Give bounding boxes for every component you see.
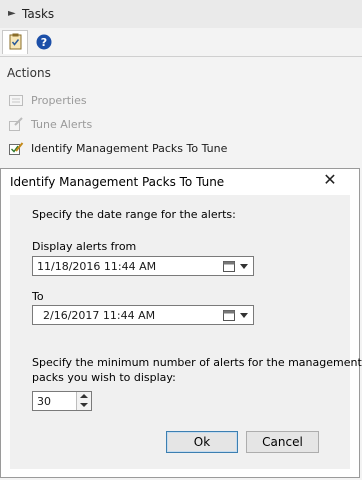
stepper-down-icon[interactable] bbox=[80, 403, 88, 407]
tasks-title: Tasks bbox=[22, 7, 55, 21]
min-alerts-value: 30 bbox=[37, 395, 51, 408]
action-identify-packs-label: Identify Management Packs To Tune bbox=[31, 141, 228, 155]
chevron-right-icon[interactable]: ► bbox=[8, 8, 16, 19]
help-icon: ? bbox=[36, 34, 52, 50]
action-properties-label: Properties bbox=[31, 93, 87, 107]
actions-heading: Actions bbox=[7, 66, 51, 80]
from-date-value: 11/18/2016 11:44 AM bbox=[37, 260, 157, 273]
action-tune-alerts[interactable]: Tune Alerts bbox=[8, 115, 92, 133]
from-date-picker[interactable]: 11/18/2016 11:44 AM bbox=[32, 256, 254, 276]
close-icon[interactable]: ✕ bbox=[320, 170, 340, 190]
tasks-header[interactable] bbox=[0, 0, 362, 29]
identify-packs-icon bbox=[9, 142, 24, 155]
min-alerts-prompt-line2: packs you wish to display: bbox=[32, 371, 176, 384]
from-label: Display alerts from bbox=[32, 240, 137, 253]
min-alerts-prompt-line1: Specify the minimum number of alerts for… bbox=[32, 356, 362, 369]
action-properties[interactable]: Properties bbox=[8, 91, 87, 109]
to-date-picker[interactable]: 2/16/2017 11:44 AM bbox=[32, 305, 254, 325]
action-tune-alerts-label: Tune Alerts bbox=[31, 117, 93, 131]
cancel-button[interactable]: Cancel bbox=[246, 431, 319, 453]
to-date-value: 2/16/2017 11:44 AM bbox=[43, 309, 156, 322]
chevron-down-icon[interactable] bbox=[240, 264, 248, 269]
tab-tasks[interactable] bbox=[2, 30, 28, 54]
tab-help[interactable]: ? bbox=[32, 30, 58, 54]
dialog-body bbox=[10, 195, 350, 469]
chevron-down-icon[interactable] bbox=[240, 313, 248, 318]
dialog-title: Identify Management Packs To Tune bbox=[10, 175, 225, 189]
calendar-icon[interactable] bbox=[223, 260, 235, 272]
tune-alerts-icon bbox=[9, 117, 23, 131]
calendar-icon[interactable] bbox=[223, 309, 235, 321]
clipboard-icon bbox=[9, 33, 22, 50]
to-label: To bbox=[32, 290, 44, 303]
ok-button[interactable]: Ok bbox=[166, 431, 238, 453]
stepper-up-icon[interactable] bbox=[80, 394, 88, 398]
min-alerts-stepper[interactable]: 30 bbox=[32, 391, 92, 411]
action-identify-packs[interactable]: Identify Management Packs To Tune bbox=[8, 139, 227, 157]
date-range-prompt: Specify the date range for the alerts: bbox=[32, 208, 236, 221]
stepper-arrows[interactable] bbox=[76, 392, 91, 410]
properties-icon bbox=[9, 95, 23, 106]
svg-text:?: ? bbox=[41, 36, 47, 49]
